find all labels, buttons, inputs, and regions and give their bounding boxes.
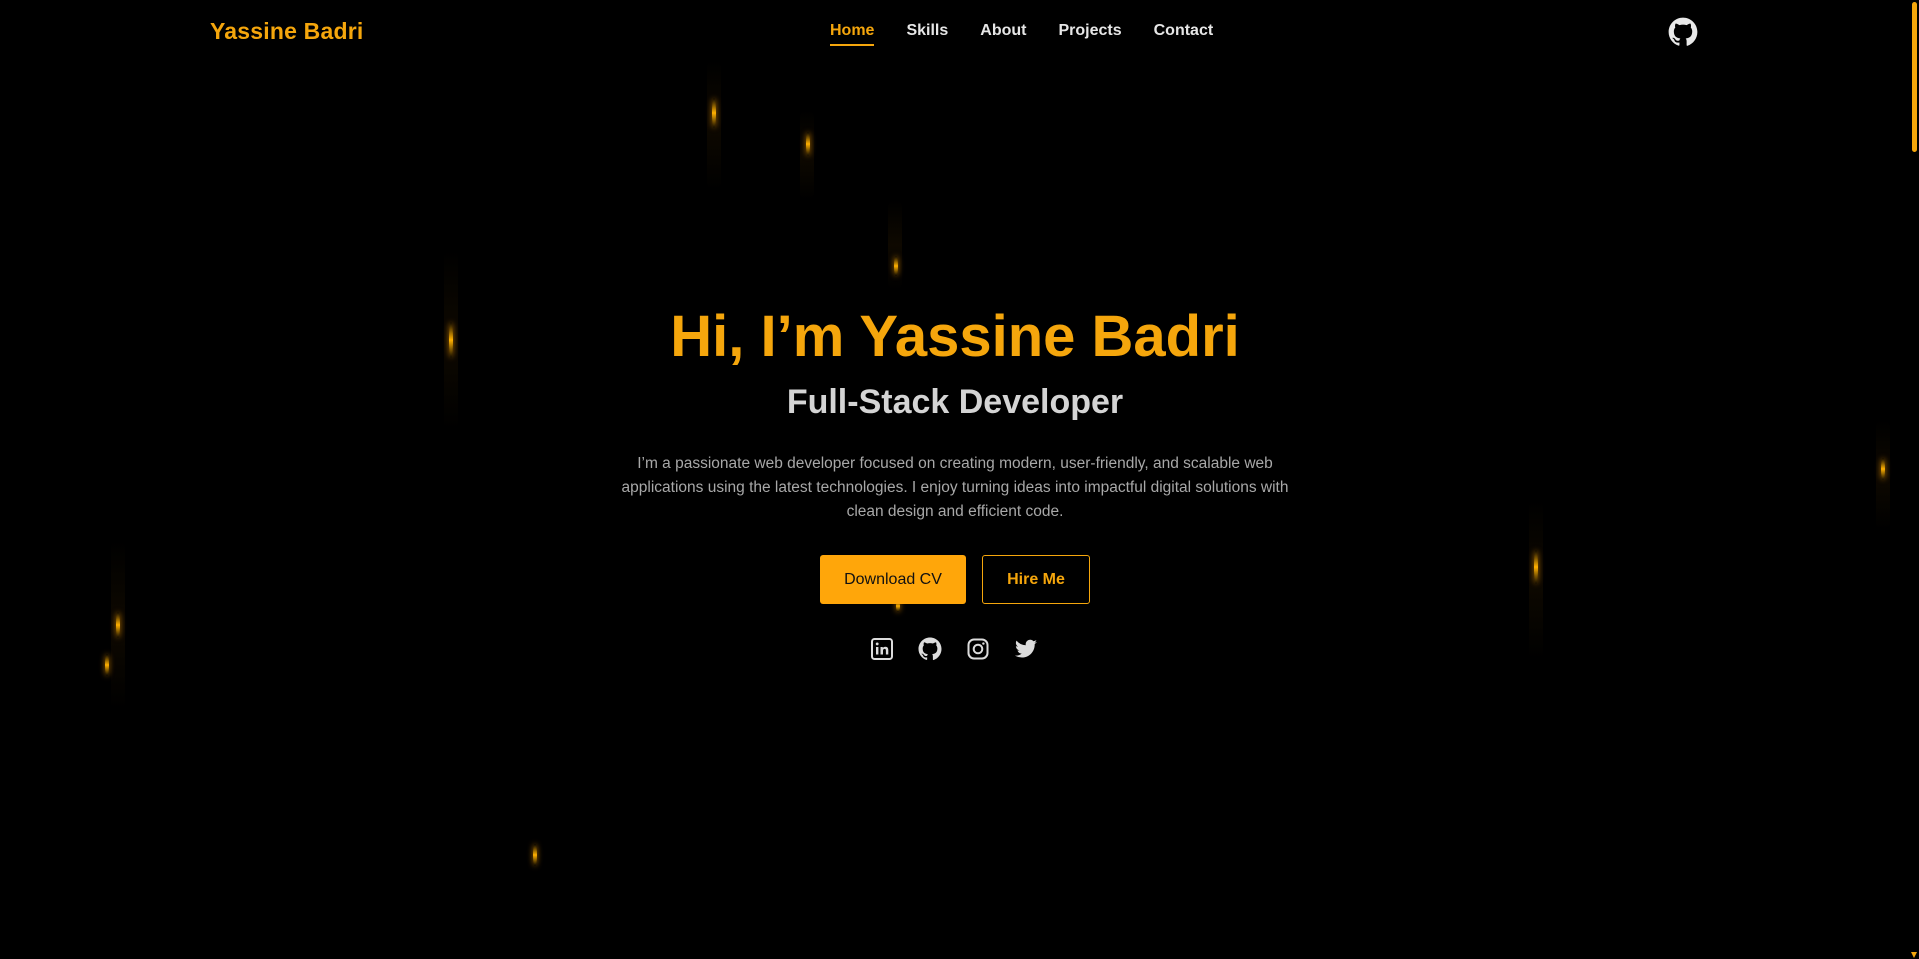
brand-logo[interactable]: Yassine Badri [210,18,363,45]
social-links [870,637,1038,661]
navbar: Yassine Badri Home Skills About Projects… [0,0,1910,66]
scrollbar-thumb[interactable] [1912,2,1917,152]
nav-link-about[interactable]: About [980,22,1026,46]
nav-links: Home Skills About Projects Contact [830,22,1213,46]
scrollbar[interactable] [1910,0,1919,959]
nav-link-contact[interactable]: Contact [1154,22,1214,46]
nav-link-home[interactable]: Home [830,22,875,46]
github-icon[interactable] [918,637,942,661]
twitter-icon[interactable] [1014,637,1038,661]
hero-title: Hi, I’m Yassine Badri [670,304,1240,369]
page: Yassine Badri Home Skills About Projects… [0,0,1919,959]
nav-link-skills[interactable]: Skills [906,22,948,46]
hire-me-button[interactable]: Hire Me [982,555,1090,604]
linkedin-icon[interactable] [870,637,894,661]
hero-subtitle: Full-Stack Developer [786,383,1124,421]
scroll-down-arrow-icon[interactable] [1911,952,1917,958]
hero-description: I’m a passionate web developer focused o… [621,455,1289,520]
nav-link-projects[interactable]: Projects [1058,22,1121,46]
github-icon[interactable] [1668,17,1698,47]
download-cv-button[interactable]: Download CV [820,555,966,604]
instagram-icon[interactable] [966,637,990,661]
